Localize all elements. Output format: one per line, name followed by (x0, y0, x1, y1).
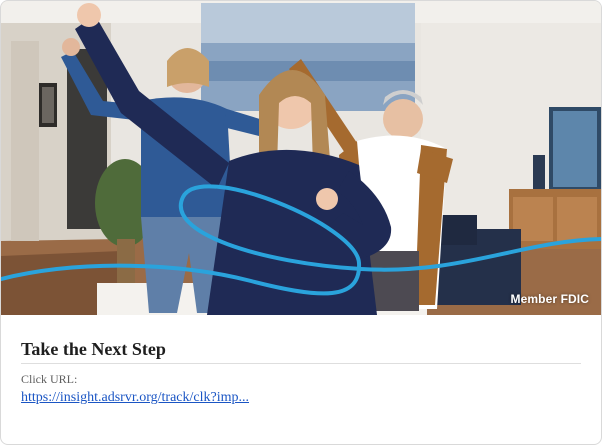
ad-image[interactable]: Member FDIC (1, 1, 601, 315)
member-fdic-disclosure: Member FDIC (510, 292, 589, 306)
ad-photo (1, 1, 601, 315)
ad-card: Member FDIC Take the Next Step Click URL… (0, 0, 602, 445)
click-url-label: Click URL: (21, 372, 78, 386)
ad-title[interactable]: Take the Next Step (21, 339, 581, 364)
click-url-link[interactable]: https://insight.adsrvr.org/track/clk?imp… (21, 390, 249, 406)
ad-content: Take the Next Step Click URL: https://in… (1, 315, 601, 406)
